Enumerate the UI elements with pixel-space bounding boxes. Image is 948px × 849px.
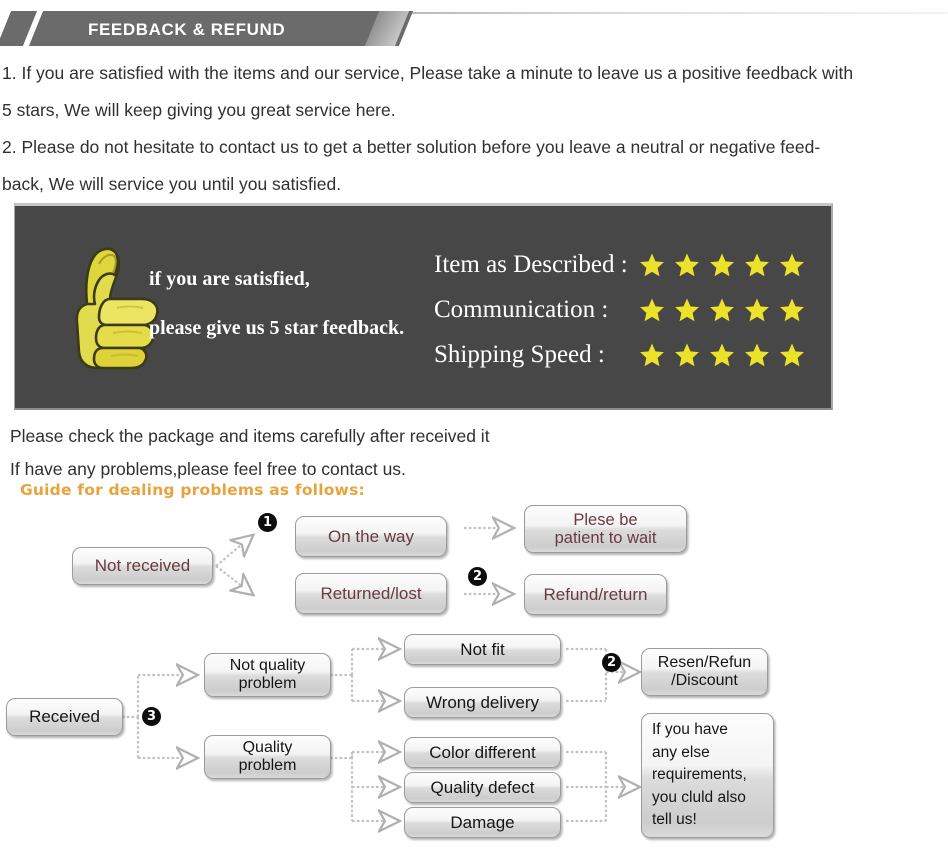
flow-box-not-received[interactable]: Not received (72, 547, 213, 585)
flow-box-wrong-delivery[interactable]: Wrong delivery (404, 687, 561, 718)
else-line-2: any else (652, 743, 710, 761)
not-quality-line-2: problem (238, 675, 297, 692)
flow-box-resend-refund-discount[interactable]: Resen/Refun /Discount (641, 648, 768, 696)
else-line-3: requirements, (652, 766, 747, 784)
step-badge-2-bottom: 2 (602, 653, 621, 672)
please-wait-line-2: patient to wait (554, 529, 657, 547)
step-badge-2-top: 2 (468, 567, 487, 586)
quality-line-2: problem (238, 757, 297, 774)
else-line-5: tell us! (652, 811, 697, 829)
not-quality-line-1: Not quality (229, 657, 306, 675)
resend-line-1: Resen/Refun (657, 654, 752, 672)
flow-box-returned-lost[interactable]: Returned/lost (295, 573, 447, 614)
page-title: FEEDBACK & REFUND (88, 20, 286, 39)
step-badge-1: 1 (258, 513, 277, 532)
quality-line-1: Quality (242, 739, 293, 757)
flow-box-color-different[interactable]: Color different (404, 737, 561, 768)
please-wait-line-1: Plese be (573, 510, 638, 529)
else-line-1: If you have (652, 721, 728, 739)
flow-box-on-the-way[interactable]: On the way (295, 516, 447, 557)
step-badge-3: 3 (142, 707, 161, 726)
resend-line-2: /Discount (671, 672, 738, 689)
flow-box-please-wait[interactable]: Plese be patient to wait (524, 505, 687, 553)
flowchart-boxes: Not received 1 On the way 2 Returned/los… (0, 0, 948, 849)
flow-box-not-fit[interactable]: Not fit (404, 634, 561, 665)
flow-box-not-quality-problem[interactable]: Not quality problem (204, 653, 331, 697)
flow-box-received[interactable]: Received (6, 698, 123, 736)
else-line-4: you cluld also (652, 788, 746, 806)
flow-box-refund-return[interactable]: Refund/return (524, 574, 667, 615)
flow-box-quality-defect[interactable]: Quality defect (404, 772, 561, 803)
flow-box-quality-problem[interactable]: Quality problem (204, 735, 331, 779)
flow-box-damage[interactable]: Damage (404, 807, 561, 838)
flow-box-any-else-requirements[interactable]: If you have any else requirements, you c… (641, 713, 774, 838)
